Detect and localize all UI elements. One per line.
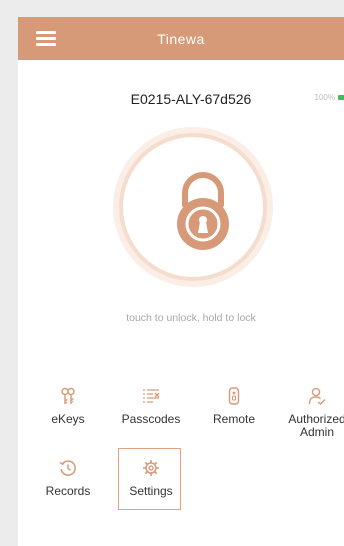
- menu-label-authorized-admin: Authorized Admin: [288, 412, 344, 439]
- authorized-admin-icon: [308, 387, 326, 405]
- menu-label-ekeys: eKeys: [51, 412, 85, 426]
- ekeys-icon: [61, 387, 75, 404]
- menu-label-settings: Settings: [129, 484, 173, 498]
- menu-item-authorized-admin[interactable]: Authorized Admin: [278, 387, 344, 439]
- menu-item-records[interactable]: Records: [29, 459, 107, 498]
- menu-item-ekeys[interactable]: eKeys: [29, 387, 107, 426]
- menu-label-records: Records: [45, 484, 91, 498]
- app-title: Tinewa: [157, 31, 205, 47]
- menu-item-passcodes[interactable]: Passcodes: [112, 387, 190, 426]
- lock-name: E0215-ALY-67d526: [130, 91, 252, 107]
- battery-icon: [338, 95, 344, 100]
- menu-item-settings[interactable]: Settings: [112, 459, 190, 498]
- menu-label-remote: Remote: [212, 412, 256, 426]
- remote-icon: [228, 387, 240, 405]
- lock-button[interactable]: [113, 127, 273, 287]
- battery-percent: 100%: [314, 93, 335, 102]
- passcodes-icon: [143, 389, 160, 403]
- lock-hint: touch to unlock, hold to lock: [126, 312, 256, 324]
- menu-item-remote[interactable]: Remote: [195, 387, 273, 426]
- settings-icon: [143, 460, 159, 476]
- records-icon: [59, 460, 76, 476]
- app-header: Tinewa: [18, 17, 344, 60]
- app-screen: Tinewa E0215-ALY-67d526 100% touch to un…: [18, 17, 344, 546]
- battery-indicator: 100%: [315, 93, 344, 102]
- menu-label-passcodes: Passcodes: [121, 412, 181, 426]
- padlock-icon: [177, 172, 229, 250]
